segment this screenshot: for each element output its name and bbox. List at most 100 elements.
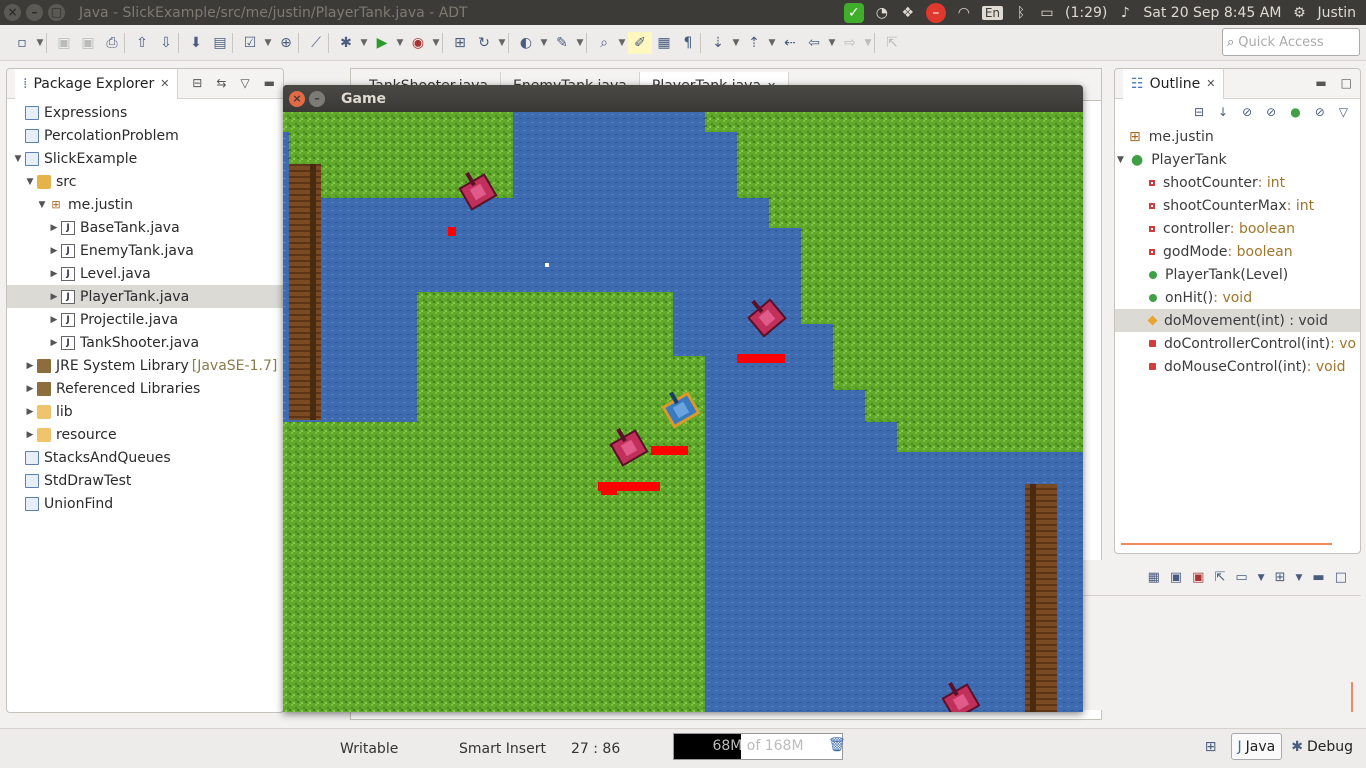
- game-canvas[interactable]: [283, 112, 1083, 712]
- outline-item[interactable]: doMovement(int) : void: [1115, 309, 1360, 332]
- collapsed-arrow-icon[interactable]: ▶: [23, 407, 37, 417]
- refresh-dropdown-icon[interactable]: ▼: [496, 32, 508, 54]
- search-icon[interactable]: ⌕: [592, 32, 616, 54]
- dropbox-icon[interactable]: ❖: [900, 5, 916, 21]
- tab-package-explorer[interactable]: ⁞ Package Explorer ✕: [15, 68, 179, 99]
- outline-item[interactable]: PlayerTank(Level): [1115, 263, 1360, 286]
- display-dropdown-icon[interactable]: ▼: [1258, 573, 1265, 583]
- minimize-icon[interactable]: ▬: [1315, 76, 1326, 90]
- package-tree-item[interactable]: ▼ src: [7, 170, 283, 193]
- collapse-all-icon[interactable]: ⊟: [1194, 105, 1204, 119]
- forward-dropdown-icon[interactable]: ▼: [862, 32, 874, 54]
- package-tree-item[interactable]: ▶ J TankShooter.java: [7, 331, 283, 354]
- check-dropdown-icon[interactable]: ▼: [262, 32, 274, 54]
- package-tree-item[interactable]: PercolationProblem: [7, 124, 283, 147]
- stop-icon[interactable]: –: [925, 2, 946, 23]
- close-icon[interactable]: ×: [289, 90, 305, 107]
- save-all-icon[interactable]: ▣: [76, 32, 100, 54]
- import-icon[interactable]: ⇩: [154, 32, 178, 54]
- prev-annotation-dropdown-icon[interactable]: ▼: [766, 32, 778, 54]
- open-type-dropdown-icon[interactable]: ▼: [538, 32, 550, 54]
- search-dropdown-icon[interactable]: ▼: [616, 32, 628, 54]
- hide-static-icon[interactable]: ⊘: [1266, 105, 1276, 119]
- expanded-arrow-icon[interactable]: ▼: [23, 177, 37, 187]
- package-tree-item[interactable]: ▶ J Projectile.java: [7, 308, 283, 331]
- outline-item[interactable]: godMode : boolean: [1115, 240, 1360, 263]
- perspective-java-button[interactable]: J Java: [1230, 733, 1283, 760]
- package-tree-item[interactable]: StacksAndQueues: [7, 446, 283, 469]
- package-tree-item[interactable]: StdDrawTest: [7, 469, 283, 492]
- skip-breakpoints-icon[interactable]: ⟋: [304, 32, 328, 54]
- expanded-arrow-icon[interactable]: ▼: [11, 154, 25, 164]
- clock[interactable]: Sat 20 Sep 8:45 AM: [1143, 5, 1281, 21]
- last-edit-icon[interactable]: ⇠: [778, 32, 802, 54]
- collapsed-arrow-icon[interactable]: ▶: [47, 246, 61, 256]
- open-dropdown-icon[interactable]: ▼: [1295, 573, 1302, 583]
- gear-icon[interactable]: ⚙: [1291, 5, 1307, 21]
- new-icon[interactable]: ▫: [10, 32, 34, 54]
- collapsed-arrow-icon[interactable]: ▶: [23, 361, 37, 371]
- new-package-icon[interactable]: ⊞: [448, 32, 472, 54]
- open-task-dropdown-icon[interactable]: ▼: [574, 32, 586, 54]
- game-titlebar[interactable]: × – Game: [283, 85, 1083, 112]
- outline-item[interactable]: shootCounterMax : int: [1115, 194, 1360, 217]
- quick-access-input[interactable]: ⌕ Quick Access: [1222, 28, 1360, 56]
- block-select-icon[interactable]: ▦: [652, 32, 676, 54]
- print-icon[interactable]: ⎙: [100, 32, 124, 54]
- minimize-window-icon[interactable]: –: [26, 4, 43, 21]
- run-dropdown-icon[interactable]: ▼: [394, 32, 406, 54]
- export-icon[interactable]: ⇧: [130, 32, 154, 54]
- package-tree-item[interactable]: ▶ J Level.java: [7, 262, 283, 285]
- package-tree-item[interactable]: ▶ J PlayerTank.java: [7, 285, 283, 308]
- link-with-editor-icon[interactable]: ⇆: [216, 76, 226, 90]
- minimize-icon[interactable]: ▬: [264, 76, 275, 90]
- collapsed-arrow-icon[interactable]: ▶: [47, 269, 61, 279]
- run-icon[interactable]: ▶: [370, 32, 394, 54]
- game-window[interactable]: × – Game: [283, 85, 1083, 712]
- refresh-icon[interactable]: ↻: [472, 32, 496, 54]
- package-tree-item[interactable]: ▼ ⊞ me.justin: [7, 193, 283, 216]
- package-tree-item[interactable]: ▶ resource: [7, 423, 283, 446]
- volume-icon[interactable]: ♪: [1117, 5, 1133, 21]
- new-dropdown-icon[interactable]: ▼: [34, 32, 46, 54]
- download-icon[interactable]: ⬇: [184, 32, 208, 54]
- collapsed-arrow-icon[interactable]: ▶: [47, 338, 61, 348]
- next-annotation-dropdown-icon[interactable]: ▼: [730, 32, 742, 54]
- pin-editor-icon[interactable]: ⇱: [880, 32, 904, 54]
- garbage-collect-icon[interactable]: 🗑: [828, 737, 846, 753]
- open-perspective-icon[interactable]: ⊞: [1205, 739, 1217, 755]
- collapsed-arrow-icon[interactable]: ▶: [47, 223, 61, 233]
- open-console-icon[interactable]: ⊞: [1275, 570, 1286, 585]
- debug-icon[interactable]: ✱: [334, 32, 358, 54]
- open-type-icon[interactable]: ◐: [514, 32, 538, 54]
- collapsed-arrow-icon[interactable]: ▶: [47, 292, 61, 302]
- package-tree-item[interactable]: Expressions: [7, 101, 283, 124]
- back-icon[interactable]: ⇦: [802, 32, 826, 54]
- package-tree-item[interactable]: ▶ lib: [7, 400, 283, 423]
- outline-item[interactable]: doControllerControl(int) : vo: [1115, 332, 1360, 355]
- package-tree-item[interactable]: UnionFind: [7, 492, 283, 515]
- back-dropdown-icon[interactable]: ▼: [826, 32, 838, 54]
- display-console-icon[interactable]: ▭: [1235, 570, 1247, 585]
- close-icon[interactable]: ✕: [160, 77, 169, 90]
- close-window-icon[interactable]: ×: [4, 4, 21, 21]
- android-device-icon[interactable]: ▤: [208, 32, 232, 54]
- view-menu-icon[interactable]: ▽: [240, 76, 249, 90]
- bluetooth-icon[interactable]: ᛒ: [1013, 5, 1029, 21]
- console-icon[interactable]: ▣: [1170, 570, 1182, 585]
- pin-icon[interactable]: ⇱: [1214, 570, 1225, 585]
- remove-console-icon[interactable]: ▣: [1192, 570, 1204, 585]
- collapse-all-icon[interactable]: ⊟: [192, 76, 202, 90]
- hide-nonpublic-icon[interactable]: ●: [1290, 105, 1300, 119]
- open-task-icon[interactable]: ✎: [550, 32, 574, 54]
- maximize-icon[interactable]: □: [1341, 76, 1352, 90]
- expanded-arrow-icon[interactable]: ▼: [1117, 155, 1131, 165]
- show-whitespace-icon[interactable]: ¶: [676, 32, 700, 54]
- close-icon[interactable]: ✕: [1206, 77, 1215, 90]
- keyboard-layout[interactable]: En: [981, 5, 1003, 20]
- run-external-icon[interactable]: ◉: [406, 32, 430, 54]
- layout-icon[interactable]: ▦: [1148, 570, 1160, 585]
- run-external-dropdown-icon[interactable]: ▼: [430, 32, 442, 54]
- view-menu-icon[interactable]: ▽: [1339, 105, 1348, 119]
- collapsed-arrow-icon[interactable]: ▶: [47, 315, 61, 325]
